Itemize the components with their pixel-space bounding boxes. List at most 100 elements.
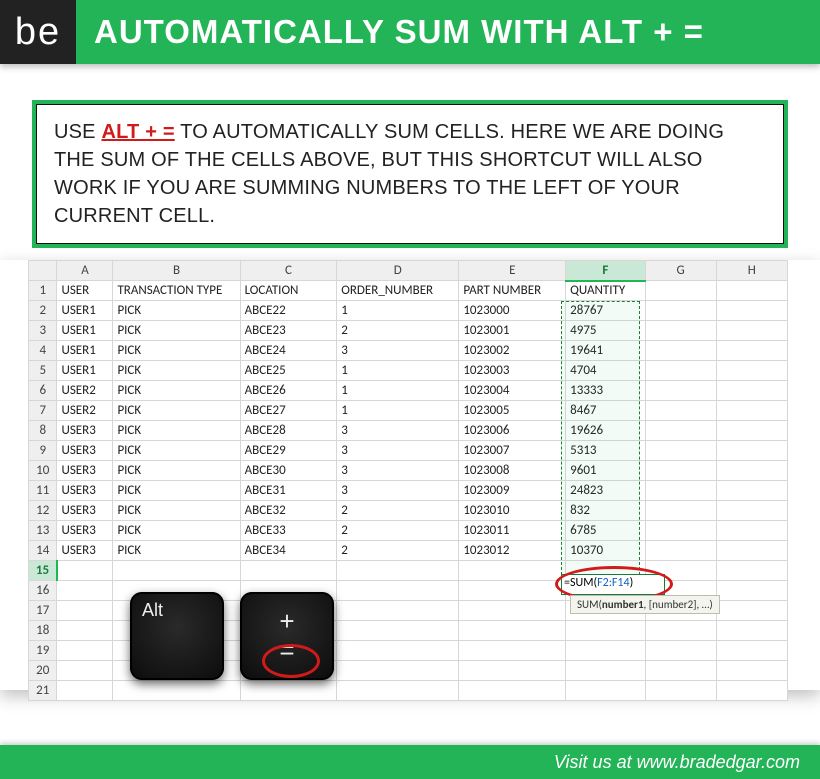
active-cell-formula[interactable]: =SUM(F2:F14) (561, 574, 665, 595)
cell[interactable] (716, 381, 787, 401)
col-header-D[interactable]: D (337, 261, 459, 281)
cell[interactable]: PART NUMBER (459, 281, 566, 301)
cell[interactable]: USER1 (57, 301, 113, 321)
cell[interactable]: 1 (337, 381, 459, 401)
cell[interactable] (716, 321, 787, 341)
cell[interactable]: PICK (113, 501, 240, 521)
row-header[interactable]: 4 (29, 341, 57, 361)
cell[interactable] (57, 581, 113, 601)
cell[interactable]: USER1 (57, 341, 113, 361)
cell[interactable]: ABCE28 (240, 421, 337, 441)
cell[interactable] (459, 621, 566, 641)
cell[interactable]: ABCE27 (240, 401, 337, 421)
col-header-F[interactable]: F (566, 261, 645, 281)
cell[interactable] (716, 641, 787, 661)
row-header[interactable]: 9 (29, 441, 57, 461)
cell[interactable]: PICK (113, 301, 240, 321)
cell[interactable] (57, 601, 113, 621)
cell[interactable]: ABCE22 (240, 301, 337, 321)
cell[interactable]: ABCE26 (240, 381, 337, 401)
cell[interactable]: ABCE31 (240, 481, 337, 501)
cell[interactable]: ABCE33 (240, 521, 337, 541)
cell[interactable]: PICK (113, 401, 240, 421)
cell[interactable] (337, 641, 459, 661)
cell[interactable] (716, 481, 787, 501)
cell[interactable]: PICK (113, 461, 240, 481)
cell[interactable]: ABCE25 (240, 361, 337, 381)
cell[interactable] (716, 341, 787, 361)
cell[interactable]: PICK (113, 341, 240, 361)
cell[interactable]: 10370 (566, 541, 645, 561)
row-header[interactable]: 8 (29, 421, 57, 441)
row-header[interactable]: 19 (29, 641, 57, 661)
cell[interactable] (113, 561, 240, 581)
cell[interactable]: QUANTITY (566, 281, 645, 301)
cell[interactable]: 2 (337, 541, 459, 561)
col-header-C[interactable]: C (240, 261, 337, 281)
cell[interactable] (337, 621, 459, 641)
cell[interactable]: 9601 (566, 461, 645, 481)
cell[interactable]: USER (57, 281, 113, 301)
cell[interactable] (57, 641, 113, 661)
cell[interactable]: USER3 (57, 541, 113, 561)
cell[interactable]: 1023011 (459, 521, 566, 541)
cell[interactable]: 1023006 (459, 421, 566, 441)
cell[interactable]: 3 (337, 461, 459, 481)
cell[interactable]: USER3 (57, 481, 113, 501)
cell[interactable]: 4704 (566, 361, 645, 381)
cell[interactable] (716, 581, 787, 601)
cell[interactable] (57, 661, 113, 681)
cell[interactable] (645, 501, 716, 521)
cell[interactable] (645, 621, 716, 641)
cell[interactable]: 19641 (566, 341, 645, 361)
cell[interactable]: 3 (337, 341, 459, 361)
cell[interactable]: 1 (337, 401, 459, 421)
cell[interactable] (566, 661, 645, 681)
cell[interactable] (645, 541, 716, 561)
col-header-B[interactable]: B (113, 261, 240, 281)
cell[interactable]: 1023000 (459, 301, 566, 321)
cell[interactable] (645, 461, 716, 481)
cell[interactable]: 28767 (566, 301, 645, 321)
cell[interactable]: ABCE30 (240, 461, 337, 481)
row-header[interactable]: 1 (29, 281, 57, 301)
cell[interactable]: 1023010 (459, 501, 566, 521)
cell[interactable]: PICK (113, 441, 240, 461)
col-header-E[interactable]: E (459, 261, 566, 281)
cell[interactable] (716, 441, 787, 461)
cell[interactable]: USER3 (57, 421, 113, 441)
cell[interactable] (566, 641, 645, 661)
cell[interactable] (716, 561, 787, 581)
cell[interactable] (716, 541, 787, 561)
cell[interactable] (337, 681, 459, 701)
cell[interactable]: 1023007 (459, 441, 566, 461)
cell[interactable] (113, 681, 240, 701)
cell[interactable]: 1 (337, 361, 459, 381)
cell[interactable]: PICK (113, 361, 240, 381)
cell[interactable] (240, 681, 337, 701)
cell[interactable]: 13333 (566, 381, 645, 401)
cell[interactable]: 3 (337, 441, 459, 461)
cell[interactable]: 2 (337, 321, 459, 341)
cell[interactable] (645, 341, 716, 361)
cell[interactable]: ABCE29 (240, 441, 337, 461)
cell[interactable]: PICK (113, 541, 240, 561)
cell[interactable] (459, 561, 566, 581)
cell[interactable] (337, 581, 459, 601)
select-all-corner[interactable] (29, 261, 57, 281)
row-header[interactable]: 3 (29, 321, 57, 341)
cell[interactable] (57, 621, 113, 641)
cell[interactable]: USER2 (57, 401, 113, 421)
cell[interactable] (240, 561, 337, 581)
cell[interactable]: 8467 (566, 401, 645, 421)
cell[interactable]: LOCATION (240, 281, 337, 301)
cell[interactable]: ORDER_NUMBER (337, 281, 459, 301)
row-header[interactable]: 5 (29, 361, 57, 381)
cell[interactable]: 1023009 (459, 481, 566, 501)
cell[interactable] (566, 621, 645, 641)
row-header[interactable]: 16 (29, 581, 57, 601)
cell[interactable] (716, 521, 787, 541)
cell[interactable]: 2 (337, 501, 459, 521)
row-header[interactable]: 21 (29, 681, 57, 701)
row-header[interactable]: 17 (29, 601, 57, 621)
